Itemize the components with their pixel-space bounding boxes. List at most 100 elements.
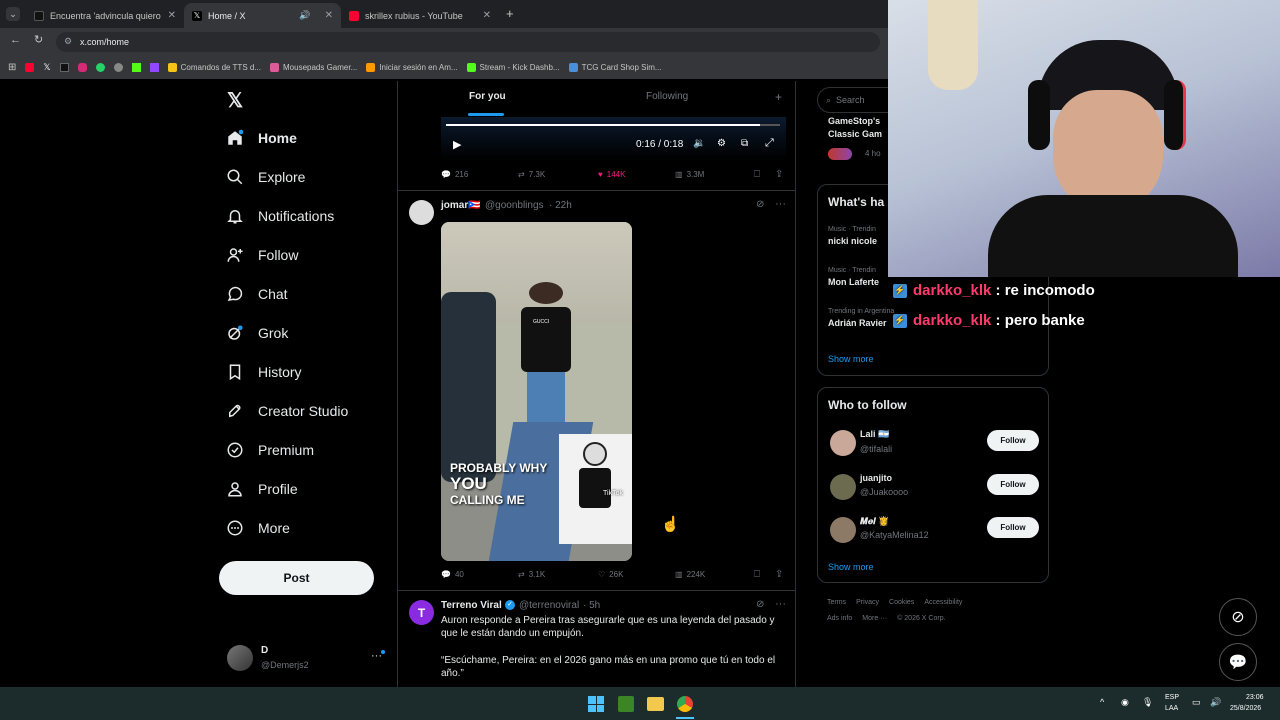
keyboard-layout[interactable]: LAA (1165, 705, 1178, 712)
tab-tiktok[interactable]: Encuentra 'advincula quiero ke... ✕ (26, 3, 184, 28)
kick-bookmark-icon[interactable] (131, 62, 141, 72)
close-icon[interactable]: ✕ (483, 10, 491, 21)
repost-button[interactable]: ⇄ 7.3K (518, 170, 545, 179)
video-progress-track[interactable] (446, 124, 780, 126)
avatar[interactable] (830, 430, 856, 456)
chevron-up-icon[interactable]: ^ (1100, 697, 1104, 707)
grok-floating-button[interactable]: ⊘ (1219, 598, 1257, 636)
more-dots-icon[interactable]: ··· (775, 598, 786, 610)
tab-youtube[interactable]: skrillex rubius - YouTube ✕ (341, 3, 499, 28)
bookmark-tts[interactable]: Comandos de TTS d... (167, 62, 261, 72)
author-name[interactable]: Terreno Viral (441, 600, 502, 611)
show-more-link[interactable]: Show more (828, 354, 874, 364)
nav-notifications[interactable]: Notifications (226, 207, 334, 225)
nav-explore[interactable]: Explore (226, 168, 305, 186)
nav-follow[interactable]: Follow (226, 246, 298, 264)
share-icon[interactable]: ⇪ (775, 569, 783, 580)
reply-button[interactable]: 💬 40 (441, 570, 464, 579)
search-input[interactable]: ⌕ Search (817, 87, 888, 113)
reload-icon[interactable]: ↻ (34, 33, 43, 46)
post-time[interactable]: · 5h (583, 600, 600, 611)
tab-for-you[interactable]: For you (469, 91, 506, 102)
minecraft-icon[interactable] (618, 696, 634, 712)
footer-link[interactable]: Cookies (889, 599, 914, 606)
author-handle[interactable]: @terrenoviral (519, 600, 579, 611)
fullscreen-icon[interactable]: ⤢ (765, 137, 774, 150)
post-image[interactable]: GUCCI TikTok PROBABLY WHY YOU CALLING ME (441, 222, 632, 561)
footer-link[interactable]: Ads info (827, 615, 852, 622)
x-logo-icon[interactable]: 𝕏 (227, 88, 243, 113)
nav-history[interactable]: History (226, 363, 302, 381)
tab-search-icon[interactable]: ⌄ (6, 7, 20, 21)
site-info-icon[interactable]: ⚙ (64, 36, 72, 47)
avatar[interactable] (830, 517, 856, 543)
repost-button[interactable]: ⇄ 3.1K (518, 570, 545, 579)
bookmark-icon[interactable]: ⎕ (754, 569, 760, 580)
post-button[interactable]: Post (219, 561, 374, 595)
speaker-icon[interactable]: 🔊 (299, 10, 310, 21)
add-tab-icon[interactable]: + (775, 90, 782, 104)
avatar[interactable] (409, 200, 434, 225)
suggestion-name[interactable]: Lali 🇦🇷 (860, 429, 889, 440)
discord-icon[interactable]: ◉ (1121, 697, 1129, 708)
nav-creator-studio[interactable]: Creator Studio (226, 402, 348, 420)
bookmark-tcg[interactable]: TCG Card Shop Sim... (568, 62, 662, 72)
new-tab-icon[interactable]: + (506, 6, 514, 21)
instagram-bookmark-icon[interactable] (77, 62, 87, 72)
reply-button[interactable]: 💬 216 (441, 170, 468, 179)
settings-icon[interactable]: ⚙ (717, 138, 726, 149)
bookmark-amazon[interactable]: Iniciar sesión en Am... (366, 62, 458, 72)
like-button[interactable]: ♥ 144K (598, 170, 625, 179)
tiktok-bookmark-icon[interactable] (59, 62, 69, 72)
footer-link[interactable]: Terms (827, 599, 846, 606)
trend-item[interactable]: Music · Trendin Mon Laferte (828, 267, 879, 287)
suggestion-name[interactable]: 𝑴𝒆𝒍 👸 (860, 516, 889, 527)
show-more-link[interactable]: Show more (828, 562, 874, 572)
github-bookmark-icon[interactable] (113, 62, 123, 72)
x-bookmark-icon[interactable]: 𝕏 (43, 62, 50, 73)
network-icon[interactable]: ▭ (1192, 697, 1201, 708)
more-dots-icon[interactable]: ··· (775, 198, 786, 210)
footer-link[interactable]: More ··· (862, 615, 887, 622)
footer-link[interactable]: Privacy (856, 599, 879, 606)
follow-button[interactable]: Follow (987, 474, 1039, 495)
nav-more[interactable]: More (226, 519, 290, 537)
avatar[interactable]: T (409, 600, 434, 625)
grok-icon[interactable]: ⊘ (756, 199, 764, 210)
address-bar[interactable]: ⚙ x.com/home (56, 32, 880, 52)
volume-icon[interactable]: 🔊 (1210, 697, 1221, 708)
nav-grok[interactable]: Grok (226, 324, 288, 342)
avatar[interactable] (830, 474, 856, 500)
tab-x-home[interactable]: 𝕏 Home / X 🔊 ✕ (184, 3, 341, 28)
chrome-icon[interactable] (677, 696, 693, 712)
clock-time[interactable]: 23:06 (1246, 694, 1264, 701)
apps-grid-icon[interactable]: ⊞ (8, 62, 16, 73)
views-button[interactable]: ▥ 3.3M (675, 170, 704, 179)
follow-button[interactable]: Follow (987, 517, 1039, 538)
nav-profile[interactable]: Profile (226, 480, 298, 498)
suggestion-name[interactable]: juanjito (860, 473, 892, 483)
back-icon[interactable]: ← (10, 34, 21, 46)
account-switcher[interactable]: D @Demerjs2 ··· (226, 643, 386, 673)
tab-following[interactable]: Following (646, 91, 688, 102)
views-button[interactable]: ▥ 224K (675, 570, 705, 579)
twitch-bookmark-icon[interactable] (149, 62, 159, 72)
youtube-bookmark-icon[interactable] (25, 62, 35, 72)
grok-icon[interactable]: ⊘ (756, 599, 764, 610)
windows-start-icon[interactable] (588, 696, 604, 712)
messages-floating-button[interactable]: 💬 (1219, 643, 1257, 681)
volume-icon[interactable]: 🔉 (693, 138, 705, 149)
author-name[interactable]: jomar🇵🇷 (441, 200, 481, 211)
bookmark-icon[interactable]: ⎕ (754, 169, 760, 180)
close-icon[interactable]: ✕ (325, 10, 333, 21)
play-icon[interactable]: ▶ (453, 138, 461, 151)
file-explorer-icon[interactable] (647, 697, 664, 711)
microphone-icon[interactable]: 🎙 (1142, 697, 1153, 708)
share-icon[interactable]: ⇪ (775, 169, 783, 180)
trend-item[interactable]: Music · Trendin nicki nicole (828, 226, 877, 246)
nav-chat[interactable]: Chat (226, 285, 288, 303)
bookmark-mousepads[interactable]: Mousepads Gamer... (270, 62, 357, 72)
footer-link[interactable]: Accessibility (924, 599, 962, 606)
trend-item[interactable]: Trending in Argentina Adrián Ravier (828, 308, 894, 328)
post-time[interactable]: · 22h (549, 200, 572, 211)
